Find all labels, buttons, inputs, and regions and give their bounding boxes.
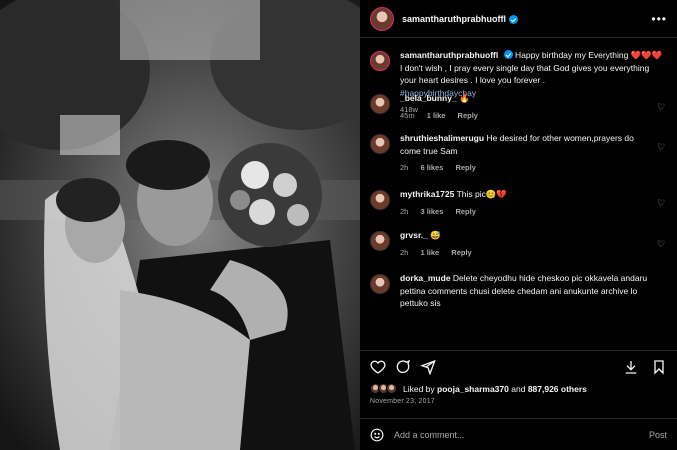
reply-button[interactable]: Reply [458, 111, 478, 120]
comment-time: 2h [400, 206, 409, 216]
heart-icon[interactable] [370, 359, 386, 375]
verified-icon [509, 15, 519, 24]
reply-button[interactable]: Reply [455, 163, 475, 172]
liked-by-prefix: Liked by [403, 383, 435, 394]
commenter-username[interactable]: _bela_bunny_ [400, 93, 457, 103]
reply-button[interactable]: Reply [451, 248, 471, 257]
wedding-photo-image [0, 0, 360, 450]
action-bar [370, 351, 667, 383]
bookmark-icon[interactable] [651, 359, 667, 375]
author-avatar[interactable] [370, 6, 394, 31]
post-date: November 23, 2017 [370, 398, 435, 405]
comment-text: This pic😊💔 [456, 189, 508, 199]
liker-avatars [370, 383, 397, 394]
post-photo[interactable] [0, 0, 360, 450]
commenter-username[interactable]: mythrika1725 [400, 189, 454, 199]
like-comment-heart-icon[interactable]: ♡ [657, 102, 667, 113]
author-username[interactable]: samantharuthprabhuoffl [402, 14, 506, 24]
commenter-username[interactable]: dorka_mude [400, 273, 451, 283]
comment-item: mythrika1725 This pic😊💔 2h 3 likes Reply… [370, 188, 667, 218]
emoji-icon[interactable] [370, 428, 384, 442]
likes-summary: Liked by pooja_sharma370 and 887,926 oth… [370, 383, 667, 394]
reply-button[interactable]: Reply [455, 207, 475, 216]
commenter-username[interactable]: grvsr._ [400, 230, 428, 240]
verified-icon [503, 50, 513, 59]
post-details-panel: samantharuthprabhuoffl ••• samantharuthp… [360, 0, 677, 450]
post-comment-button[interactable]: Post [649, 430, 667, 440]
like-comment-heart-icon[interactable]: ♡ [657, 142, 667, 153]
caption-username[interactable]: samantharuthprabhuoffl [400, 50, 498, 60]
download-icon[interactable] [623, 359, 639, 375]
post-actions-area: Liked by pooja_sharma370 and 887,926 oth… [360, 350, 677, 405]
comment-item: shruthieshalimerugu He desired for other… [370, 132, 667, 175]
comment-time: 45m [400, 110, 415, 120]
liked-by-others[interactable]: 887,926 others [528, 384, 587, 394]
comment-likes[interactable]: 3 likes [420, 207, 443, 216]
like-comment-heart-icon[interactable]: ♡ [657, 198, 667, 209]
more-options-icon[interactable]: ••• [651, 12, 667, 26]
liked-by-user[interactable]: pooja_sharma370 [437, 384, 509, 394]
share-icon[interactable] [420, 359, 436, 375]
comment-likes[interactable]: 6 likes [420, 163, 443, 172]
comment-item: dorka_mude Delete cheyodhu hide cheskoo … [370, 272, 667, 310]
comment-item: _bela_bunny_ 🔥 45m 1 like Reply ♡ [370, 92, 667, 122]
comment-item: grvsr._ 😅 2h 1 like Reply ♡ [370, 229, 667, 259]
commenter-avatar[interactable] [370, 134, 390, 154]
comment-text: 😅 [430, 230, 441, 240]
commenter-avatar[interactable] [370, 94, 390, 114]
comment-time: 2h [400, 163, 409, 172]
comment-time: 2h [400, 247, 409, 257]
commenter-username[interactable]: shruthieshalimerugu [400, 133, 484, 143]
comment-icon[interactable] [395, 359, 411, 375]
post-header: samantharuthprabhuoffl ••• [360, 0, 677, 38]
comment-likes[interactable]: 1 like [420, 248, 439, 257]
commenter-avatar[interactable] [370, 274, 390, 294]
liked-by-joiner: and [511, 383, 526, 394]
comment-text: 🔥 [459, 93, 470, 103]
add-comment-bar: Post [360, 418, 677, 450]
like-comment-heart-icon[interactable]: ♡ [657, 239, 667, 250]
commenter-avatar[interactable] [370, 190, 390, 210]
commenter-avatar[interactable] [370, 231, 390, 251]
add-comment-input[interactable] [394, 429, 649, 440]
caption-avatar[interactable] [370, 51, 390, 71]
comment-likes[interactable]: 1 like [427, 111, 446, 120]
